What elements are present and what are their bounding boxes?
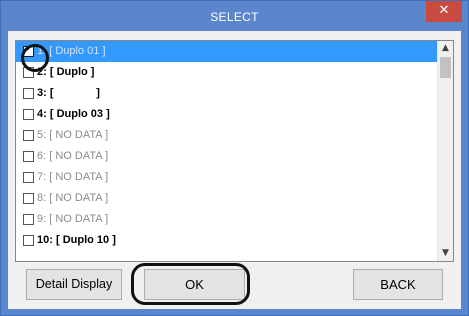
item-number: 4: — [37, 108, 47, 120]
item-label: 4: [ Duplo 03 ] — [37, 104, 110, 125]
item-number: 3: — [37, 87, 47, 99]
list-item[interactable]: 7: [ NO DATA ] — [16, 167, 438, 188]
list-item[interactable]: 6: [ NO DATA ] — [16, 146, 438, 167]
chevron-up-icon: ▲ — [442, 43, 449, 53]
title-bar[interactable]: SELECT ✕ — [1, 1, 468, 31]
item-checkbox[interactable] — [23, 130, 34, 141]
item-checkbox[interactable]: ✔ — [23, 43, 34, 57]
detail-display-button[interactable]: Detail Display — [26, 269, 122, 300]
back-button[interactable]: BACK — [353, 269, 443, 300]
item-label: 5: [ NO DATA ] — [37, 125, 108, 146]
item-checkbox[interactable] — [23, 151, 34, 162]
item-number: 5: — [37, 129, 47, 141]
list-item[interactable]: 3: [ ] — [16, 83, 438, 104]
item-label: 6: [ NO DATA ] — [37, 146, 108, 167]
item-number: 2: — [37, 66, 47, 78]
item-name: [ Duplo ] — [49, 66, 95, 78]
select-dialog: SELECT ✕ 10: [ Duplo 10 ] 9: [ NO DATA ] 8… — [0, 0, 469, 316]
list-item[interactable]: 9: [ NO DATA ] — [16, 209, 438, 230]
item-checkbox[interactable] — [23, 193, 34, 204]
dialog-body: 10: [ Duplo 10 ] 9: [ NO DATA ] 8: [ NO DA… — [8, 31, 461, 309]
scroll-down-button[interactable]: ▼ — [438, 246, 453, 261]
item-checkbox[interactable] — [23, 88, 34, 99]
item-name: [ NO DATA ] — [49, 129, 109, 141]
item-checkbox[interactable] — [23, 214, 34, 225]
list-item[interactable]: 4: [ Duplo 03 ] — [16, 104, 438, 125]
item-name: [ Duplo 03 ] — [49, 108, 110, 120]
close-button[interactable]: ✕ — [426, 1, 462, 22]
item-label: 1: [ Duplo 01 ] — [37, 41, 106, 62]
scroll-up-button[interactable]: ▲ — [438, 41, 453, 56]
item-name: [ NO DATA ] — [49, 213, 109, 225]
item-number: 7: — [37, 171, 47, 183]
item-number: 1: — [37, 45, 47, 57]
scroll-thumb[interactable] — [440, 57, 451, 78]
item-number: 10: — [37, 234, 53, 246]
item-label: 2: [ Duplo ] — [37, 62, 94, 83]
chevron-down-icon: ▼ — [442, 248, 449, 258]
checkmark-icon: ✔ — [25, 43, 34, 54]
item-name: [ Duplo 10 ] — [55, 234, 116, 246]
item-number: 6: — [37, 150, 47, 162]
list-item[interactable]: 5: [ NO DATA ] — [16, 125, 438, 146]
list-item[interactable]: 2: [ Duplo ] — [16, 62, 438, 83]
close-icon: ✕ — [438, 3, 450, 18]
item-name: [ ] — [49, 87, 100, 99]
list-item[interactable]: ✔ 1: [ Duplo 01 ] — [16, 41, 438, 62]
item-label: 10: [ Duplo 10 ] — [37, 230, 116, 251]
item-label: 7: [ NO DATA ] — [37, 167, 108, 188]
item-name: [ Duplo 01 ] — [49, 45, 106, 57]
item-checkbox[interactable] — [23, 172, 34, 183]
item-checkbox[interactable] — [23, 67, 34, 78]
vertical-scrollbar[interactable]: ▲ ▼ — [437, 41, 453, 261]
item-label: 8: [ NO DATA ] — [37, 188, 108, 209]
item-checkbox[interactable] — [23, 109, 34, 120]
item-name: [ NO DATA ] — [49, 171, 109, 183]
item-name: [ NO DATA ] — [49, 192, 109, 204]
item-name: [ NO DATA ] — [49, 150, 109, 162]
item-label: 3: [ ] — [37, 83, 100, 104]
item-number: 8: — [37, 192, 47, 204]
list-item[interactable]: 8: [ NO DATA ] — [16, 188, 438, 209]
ok-button[interactable]: OK — [144, 269, 245, 300]
item-list[interactable]: 10: [ Duplo 10 ] 9: [ NO DATA ] 8: [ NO DA… — [15, 40, 454, 262]
item-label: 9: [ NO DATA ] — [37, 209, 108, 230]
item-checkbox[interactable] — [23, 235, 34, 246]
item-number: 9: — [37, 213, 47, 225]
list-item[interactable]: 10: [ Duplo 10 ] — [16, 230, 438, 251]
window-title: SELECT — [210, 10, 259, 24]
